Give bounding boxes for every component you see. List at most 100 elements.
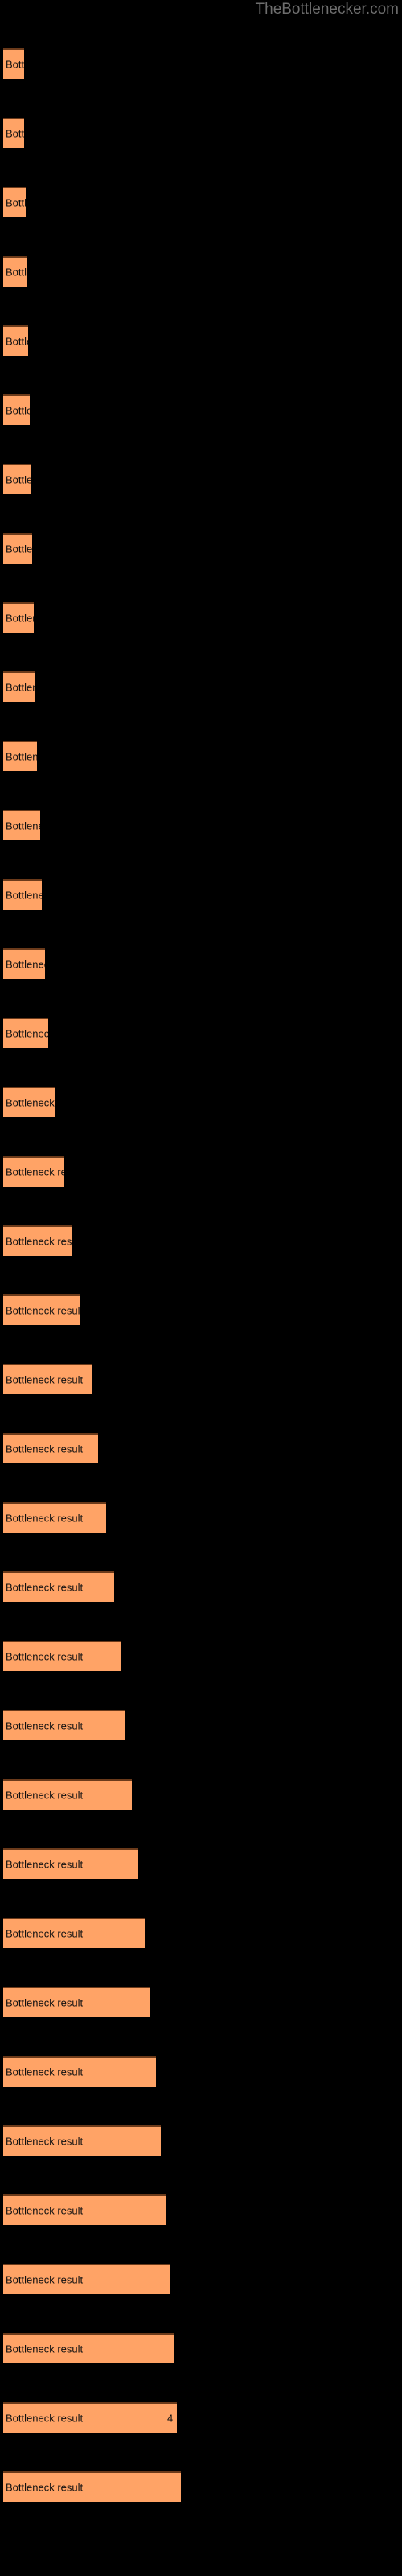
bar-row: Bottleneck result xyxy=(0,1710,402,1742)
bar-label: Bottleneck result xyxy=(6,889,42,902)
bar-row: Bottleneck result xyxy=(0,1433,402,1465)
bar[interactable]: Bottleneck result xyxy=(3,879,42,910)
bar-row: Bottleneck result xyxy=(0,1294,402,1327)
bar-row: Bottleneck result xyxy=(0,879,402,911)
bar[interactable]: Bottleneck result xyxy=(3,948,45,979)
bar-label: Bottleneck result xyxy=(6,1373,84,1386)
bar-row: Bottleneck result xyxy=(0,256,402,288)
bar-row: Bottleneck result xyxy=(0,533,402,565)
bar-row: Bottleneck result xyxy=(0,2125,402,2157)
bar[interactable]: Bottleneck result xyxy=(3,256,27,287)
bar-row: Bottleneck result xyxy=(0,118,402,150)
bar-label: Bottleneck result xyxy=(6,958,45,971)
bar-label: Bottleneck result xyxy=(6,196,26,209)
bar-row: Bottleneck result xyxy=(0,741,402,773)
bar[interactable]: Bottleneck result xyxy=(3,1848,138,1879)
bar-label: Bottleneck result xyxy=(6,1927,84,1940)
bar-label: Bottleneck result xyxy=(6,681,35,694)
bar[interactable]: Bottleneck result xyxy=(3,671,35,702)
bar[interactable]: Bottleneck result xyxy=(3,1225,72,1256)
bar-label: Bottleneck result xyxy=(6,1719,84,1732)
bar-label: Bottleneck result xyxy=(6,1858,84,1871)
bar-row: Bottleneck result xyxy=(0,1987,402,2019)
bar[interactable]: Bottleneck result xyxy=(3,1502,106,1533)
bar[interactable]: Bottleneck result xyxy=(3,2264,170,2294)
bar-row: Bottleneck result xyxy=(0,1641,402,1673)
bar-label: Bottleneck result xyxy=(6,2135,84,2148)
bar-row: Bottleneck result xyxy=(0,1018,402,1050)
bar[interactable]: Bottleneck result xyxy=(3,1641,121,1671)
bar-row: Bottleneck result xyxy=(0,48,402,80)
bar-label: Bottleneck result xyxy=(6,543,32,555)
bar-row: Bottleneck result xyxy=(0,2194,402,2227)
bar-label: Bottleneck result xyxy=(6,58,24,71)
bar-label: Bottleneck result xyxy=(6,819,40,832)
bar-label: Bottleneck result xyxy=(6,612,34,625)
bar-label: Bottleneck result xyxy=(6,1996,84,2009)
bar-label: Bottleneck result xyxy=(6,2412,84,2425)
bar-row: Bottleneck result xyxy=(0,1848,402,1880)
bar-label: Bottleneck result xyxy=(6,1581,84,1594)
bar[interactable]: Bottleneck result xyxy=(3,1987,150,2017)
bar-label: Bottleneck result xyxy=(6,1443,84,1455)
bar-row: Bottleneck result xyxy=(0,187,402,219)
bar-label: Bottleneck result xyxy=(6,404,30,417)
bar-label: Bottleneck result xyxy=(6,2481,84,2494)
bar-label: Bottleneck result xyxy=(6,1650,84,1663)
bar-label: Bottleneck result xyxy=(6,266,27,279)
bar[interactable]: Bottleneck result xyxy=(3,2056,156,2087)
bar[interactable]: Bottleneck result xyxy=(3,2125,161,2156)
bar-label: Bottleneck result xyxy=(6,2066,84,2079)
bar[interactable]: Bottleneck result xyxy=(3,187,26,217)
bar-label: Bottleneck result xyxy=(6,2273,84,2286)
bar[interactable]: Bottleneck result xyxy=(3,602,34,633)
bar-row: Bottleneck result xyxy=(0,1156,402,1188)
bar[interactable]: Bottleneck result xyxy=(3,533,32,564)
bar[interactable]: Bottleneck result xyxy=(3,741,37,771)
bar[interactable]: Bottleneck result xyxy=(3,1571,114,1602)
bar-row: Bottleneck result xyxy=(0,1571,402,1604)
bar-row: Bottleneck result xyxy=(0,2056,402,2088)
bar-label: Bottleneck result xyxy=(6,1027,48,1040)
bar-row: Bottleneck result xyxy=(0,1225,402,1257)
bar[interactable]: Bottleneck result xyxy=(3,1433,98,1463)
bar-label: Bottleneck result xyxy=(6,750,37,763)
bar[interactable]: Bottleneck result xyxy=(3,1018,48,1048)
bar-label: Bottleneck result xyxy=(6,1096,55,1109)
bar-row: Bottleneck result xyxy=(0,1502,402,1534)
bar-label: Bottleneck result xyxy=(6,1304,80,1317)
bar[interactable]: Bottleneck result xyxy=(3,464,31,494)
bottleneck-chart-page: TheBottlenecker.com Bottleneck resultBot… xyxy=(0,0,402,2576)
bar[interactable]: Bottleneck result xyxy=(3,1294,80,1325)
bar-label: Bottleneck result xyxy=(6,2343,84,2355)
bar[interactable]: Bottleneck result xyxy=(3,1364,92,1394)
bar-row: Bottleneck result xyxy=(0,810,402,842)
bar-row: Bottleneck result xyxy=(0,2471,402,2504)
bar[interactable]: Bottleneck result xyxy=(3,1918,145,1948)
bar-row: Bottleneck result xyxy=(0,671,402,704)
bar-row: Bottleneck result 4 xyxy=(0,2402,402,2434)
bar-row: Bottleneck result xyxy=(0,1364,402,1396)
bar[interactable]: Bottleneck result xyxy=(3,2333,174,2363)
bar[interactable]: Bottleneck result xyxy=(3,1710,125,1740)
bar[interactable]: Bottleneck result 4 xyxy=(3,2402,177,2433)
bar[interactable]: Bottleneck result xyxy=(3,118,24,148)
bar-label: Bottleneck result xyxy=(6,2204,84,2217)
bar[interactable]: Bottleneck result xyxy=(3,1087,55,1117)
bar[interactable]: Bottleneck result xyxy=(3,48,24,79)
bar[interactable]: Bottleneck result xyxy=(3,1156,64,1187)
horizontal-bar-chart: Bottleneck result Bottleneck result Bottle… xyxy=(0,0,402,2576)
bar[interactable]: Bottleneck result xyxy=(3,394,30,425)
bar[interactable]: Bottleneck result xyxy=(3,325,28,356)
bar-label: Bottleneck result xyxy=(6,473,31,486)
bar-row: Bottleneck result xyxy=(0,1087,402,1119)
bar-label: Bottleneck result xyxy=(6,1235,72,1248)
bar-row: Bottleneck result xyxy=(0,325,402,357)
bar-row: Bottleneck result xyxy=(0,1779,402,1811)
bar-row: Bottleneck result xyxy=(0,948,402,980)
bar[interactable]: Bottleneck result xyxy=(3,2194,166,2225)
bar[interactable]: Bottleneck result xyxy=(3,1779,132,1810)
bar-value-annotation: 4 xyxy=(167,2412,174,2425)
bar[interactable]: Bottleneck result xyxy=(3,810,40,840)
bar[interactable]: Bottleneck result xyxy=(3,2471,181,2502)
